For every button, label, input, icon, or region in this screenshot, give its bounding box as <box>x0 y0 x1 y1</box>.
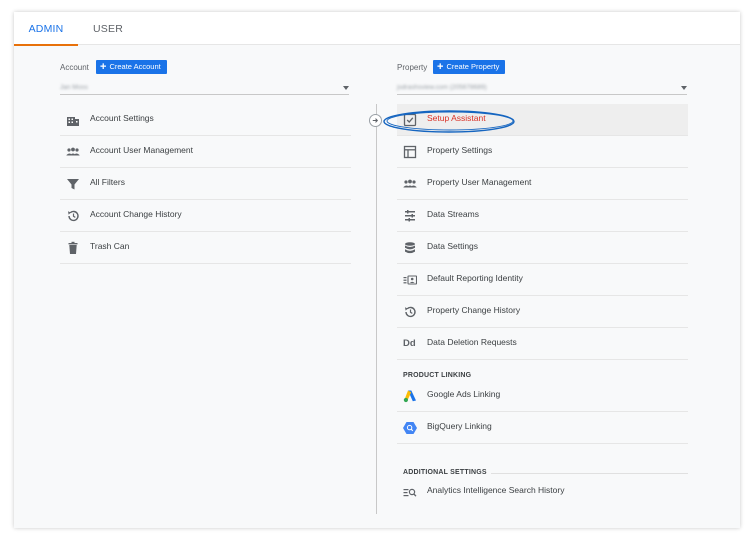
menu-label: Analytics Intelligence Search History <box>427 485 565 495</box>
setup-assistant-item[interactable]: Setup Assistant <box>397 104 688 136</box>
history-icon <box>66 209 80 223</box>
checklist-icon <box>403 113 417 127</box>
column-divider <box>376 104 377 514</box>
trash-icon <box>66 241 80 255</box>
dd-icon: Dd <box>403 338 416 349</box>
create-property-button[interactable]: + Create Property <box>433 60 506 74</box>
history-icon <box>403 305 417 319</box>
database-icon <box>403 241 417 255</box>
menu-label: Property Settings <box>427 145 493 155</box>
menu-label: BigQuery Linking <box>427 421 492 431</box>
plus-icon: + <box>100 61 107 73</box>
property-user-management-item[interactable]: Property User Management <box>397 168 688 200</box>
additional-settings-heading: ADDITIONAL SETTINGS <box>403 469 487 476</box>
identity-icon <box>403 273 417 287</box>
create-property-label: Create Property <box>446 62 500 71</box>
layout-icon <box>403 145 417 159</box>
search-history-icon <box>403 485 417 499</box>
bigquery-icon <box>403 421 417 435</box>
data-deletion-requests-item[interactable]: Dd Data Deletion Requests <box>397 328 688 360</box>
menu-label: Data Settings <box>427 241 479 251</box>
menu-label: Property User Management <box>427 177 532 187</box>
menu-label: Trash Can <box>90 241 130 251</box>
account-selector[interactable]: Jan Moss <box>60 81 349 95</box>
menu-label: Property Change History <box>427 305 521 315</box>
menu-label: Setup Assistant <box>427 113 486 123</box>
property-selector[interactable]: jsdrashsview.com (205678689) <box>397 81 687 95</box>
account-selected-value: Jan Moss <box>60 84 88 91</box>
menu-label: Data Deletion Requests <box>427 337 517 347</box>
menu-label: Account User Management <box>90 145 193 155</box>
menu-label: Account Settings <box>90 113 154 123</box>
building-icon <box>66 113 80 127</box>
admin-panel: ADMIN USER Account + Create Account Jan M… <box>14 12 740 528</box>
section-rule <box>491 473 688 474</box>
default-reporting-identity-item[interactable]: Default Reporting Identity <box>397 264 688 296</box>
streams-icon <box>403 209 417 223</box>
create-account-button[interactable]: + Create Account <box>96 60 167 74</box>
caret-down-icon <box>343 86 349 90</box>
property-selected-value: jsdrashsview.com (205678689) <box>397 84 487 91</box>
menu-label: Account Change History <box>90 209 182 219</box>
data-streams-item[interactable]: Data Streams <box>397 200 688 232</box>
bigquery-linking-item[interactable]: BigQuery Linking <box>397 412 688 444</box>
filter-icon <box>66 177 80 191</box>
google-ads-icon <box>403 389 417 403</box>
tab-user[interactable]: USER <box>93 12 123 45</box>
account-label: Account <box>60 63 89 72</box>
tab-bar: ADMIN USER <box>14 12 740 46</box>
plus-icon: + <box>437 61 444 73</box>
people-icon <box>66 145 80 159</box>
caret-down-icon <box>681 86 687 90</box>
menu-label: Google Ads Linking <box>427 389 501 399</box>
account-user-management-item[interactable]: Account User Management <box>60 136 351 168</box>
account-change-history-item[interactable]: Account Change History <box>60 200 351 232</box>
property-label: Property <box>397 63 428 72</box>
tab-admin[interactable]: ADMIN <box>14 12 78 46</box>
menu-label: Data Streams <box>427 209 479 219</box>
account-settings-item[interactable]: Account Settings <box>60 104 351 136</box>
people-icon <box>403 177 417 191</box>
analytics-intelligence-search-history-item[interactable]: Analytics Intelligence Search History <box>397 476 688 508</box>
product-linking-heading: PRODUCT LINKING <box>403 372 472 379</box>
google-ads-linking-item[interactable]: Google Ads Linking <box>397 380 688 412</box>
menu-label: Default Reporting Identity <box>427 273 523 283</box>
data-settings-item[interactable]: Data Settings <box>397 232 688 264</box>
menu-label: All Filters <box>90 177 125 187</box>
all-filters-item[interactable]: All Filters <box>60 168 351 200</box>
create-account-label: Create Account <box>109 62 161 71</box>
property-change-history-item[interactable]: Property Change History <box>397 296 688 328</box>
trash-can-item[interactable]: Trash Can <box>60 232 351 264</box>
arrow-right-icon[interactable] <box>369 114 382 127</box>
property-settings-item[interactable]: Property Settings <box>397 136 688 168</box>
